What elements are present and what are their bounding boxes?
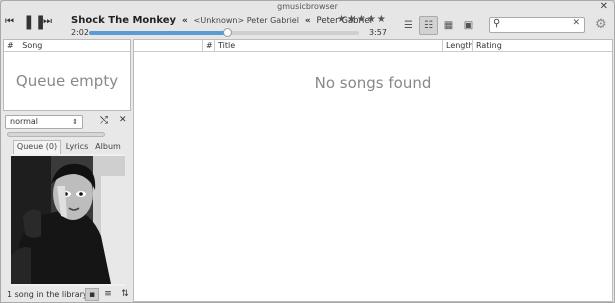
queue-list[interactable]: # Song Queue empty bbox=[3, 39, 131, 111]
seek-handle[interactable] bbox=[222, 28, 232, 37]
player-toolbar: ⏮ ❚❚ ⏭ Shock The Monkey « <Unknown> Pete… bbox=[1, 13, 614, 39]
queue-column-number[interactable]: # bbox=[7, 41, 14, 50]
search-field[interactable]: ⚲ ✕ bbox=[489, 17, 585, 33]
now-playing: Shock The Monkey « <Unknown> Peter Gabri… bbox=[71, 15, 372, 26]
title-bar: gmusicbrowser ✕ bbox=[1, 1, 614, 13]
album-name[interactable]: <Unknown> Peter Gabriel bbox=[194, 16, 299, 25]
grid-view-icon[interactable]: ▦ bbox=[439, 16, 458, 35]
tab-lyrics[interactable]: Lyrics bbox=[63, 140, 91, 154]
left-pane: # Song Queue empty normal ⇕ ⤭ ✕ Queue (0… bbox=[3, 39, 131, 302]
previous-button[interactable]: ⏮ bbox=[5, 16, 14, 27]
context-tabs: Queue (0) Lyrics Album bbox=[3, 140, 131, 154]
horizontal-scrollbar[interactable] bbox=[7, 132, 105, 137]
library-count: 1 song in the library bbox=[7, 290, 88, 299]
song-title[interactable]: Shock The Monkey bbox=[71, 15, 176, 26]
search-input[interactable] bbox=[504, 19, 566, 31]
app-window: gmusicbrowser ✕ ⏮ ❚❚ ⏭ Shock The Monkey … bbox=[0, 0, 615, 303]
shuffle-queue-icon[interactable]: ⤭ bbox=[100, 115, 108, 126]
sort-icon[interactable]: ⇅ bbox=[118, 288, 132, 301]
elapsed-time: 2:02 bbox=[71, 28, 89, 37]
column-number[interactable]: # bbox=[202, 40, 214, 51]
clear-queue-icon[interactable]: ✕ bbox=[119, 115, 127, 125]
tab-queue[interactable]: Queue (0) bbox=[13, 140, 61, 154]
fullscreen-view-icon[interactable]: ▣ bbox=[459, 16, 478, 35]
queue-mode-select[interactable]: normal ⇕ bbox=[5, 115, 83, 129]
window-title: gmusicbrowser bbox=[277, 2, 338, 11]
song-list-header: # Title Length Rating bbox=[134, 40, 612, 52]
column-spacer bbox=[134, 40, 202, 51]
song-list[interactable]: # Title Length Rating No songs found bbox=[133, 39, 613, 302]
queue-empty-message: Queue empty bbox=[15, 72, 119, 90]
queue-header: # Song bbox=[4, 40, 130, 52]
settings-gear-icon[interactable]: ⚙ bbox=[595, 17, 607, 32]
column-rating[interactable]: Rating bbox=[472, 40, 612, 51]
select-arrows-icon: ⇕ bbox=[72, 118, 78, 126]
next-button[interactable]: ⏭ bbox=[43, 16, 52, 27]
album-cover-image bbox=[11, 156, 125, 284]
queue-mode-value: normal bbox=[10, 117, 39, 126]
seek-bar-fill bbox=[89, 31, 227, 35]
album-art-frame bbox=[11, 154, 125, 286]
menu-icon[interactable]: ≡ bbox=[101, 288, 115, 301]
tab-album[interactable]: Album bbox=[93, 140, 123, 154]
rating-stars[interactable]: ★★★★★ bbox=[337, 14, 387, 25]
close-icon[interactable]: ✕ bbox=[600, 1, 608, 13]
separator: « bbox=[181, 16, 188, 26]
list-view-icon[interactable]: ☰ bbox=[399, 16, 418, 35]
lock-icon[interactable]: ▪ bbox=[85, 288, 99, 301]
detail-view-icon[interactable]: ☷ bbox=[419, 16, 438, 35]
column-length[interactable]: Length bbox=[442, 40, 474, 51]
total-time: 3:57 bbox=[369, 28, 387, 37]
column-title[interactable]: Title bbox=[214, 40, 442, 51]
no-songs-message: No songs found bbox=[314, 74, 432, 92]
search-icon: ⚲ bbox=[493, 18, 501, 29]
seek-bar[interactable] bbox=[89, 28, 359, 37]
separator: « bbox=[304, 16, 311, 26]
clear-search-icon[interactable]: ✕ bbox=[572, 18, 580, 28]
queue-column-song[interactable]: Song bbox=[22, 41, 42, 50]
status-bar: 1 song in the library ▪ ≡ ⇅ bbox=[3, 287, 131, 302]
